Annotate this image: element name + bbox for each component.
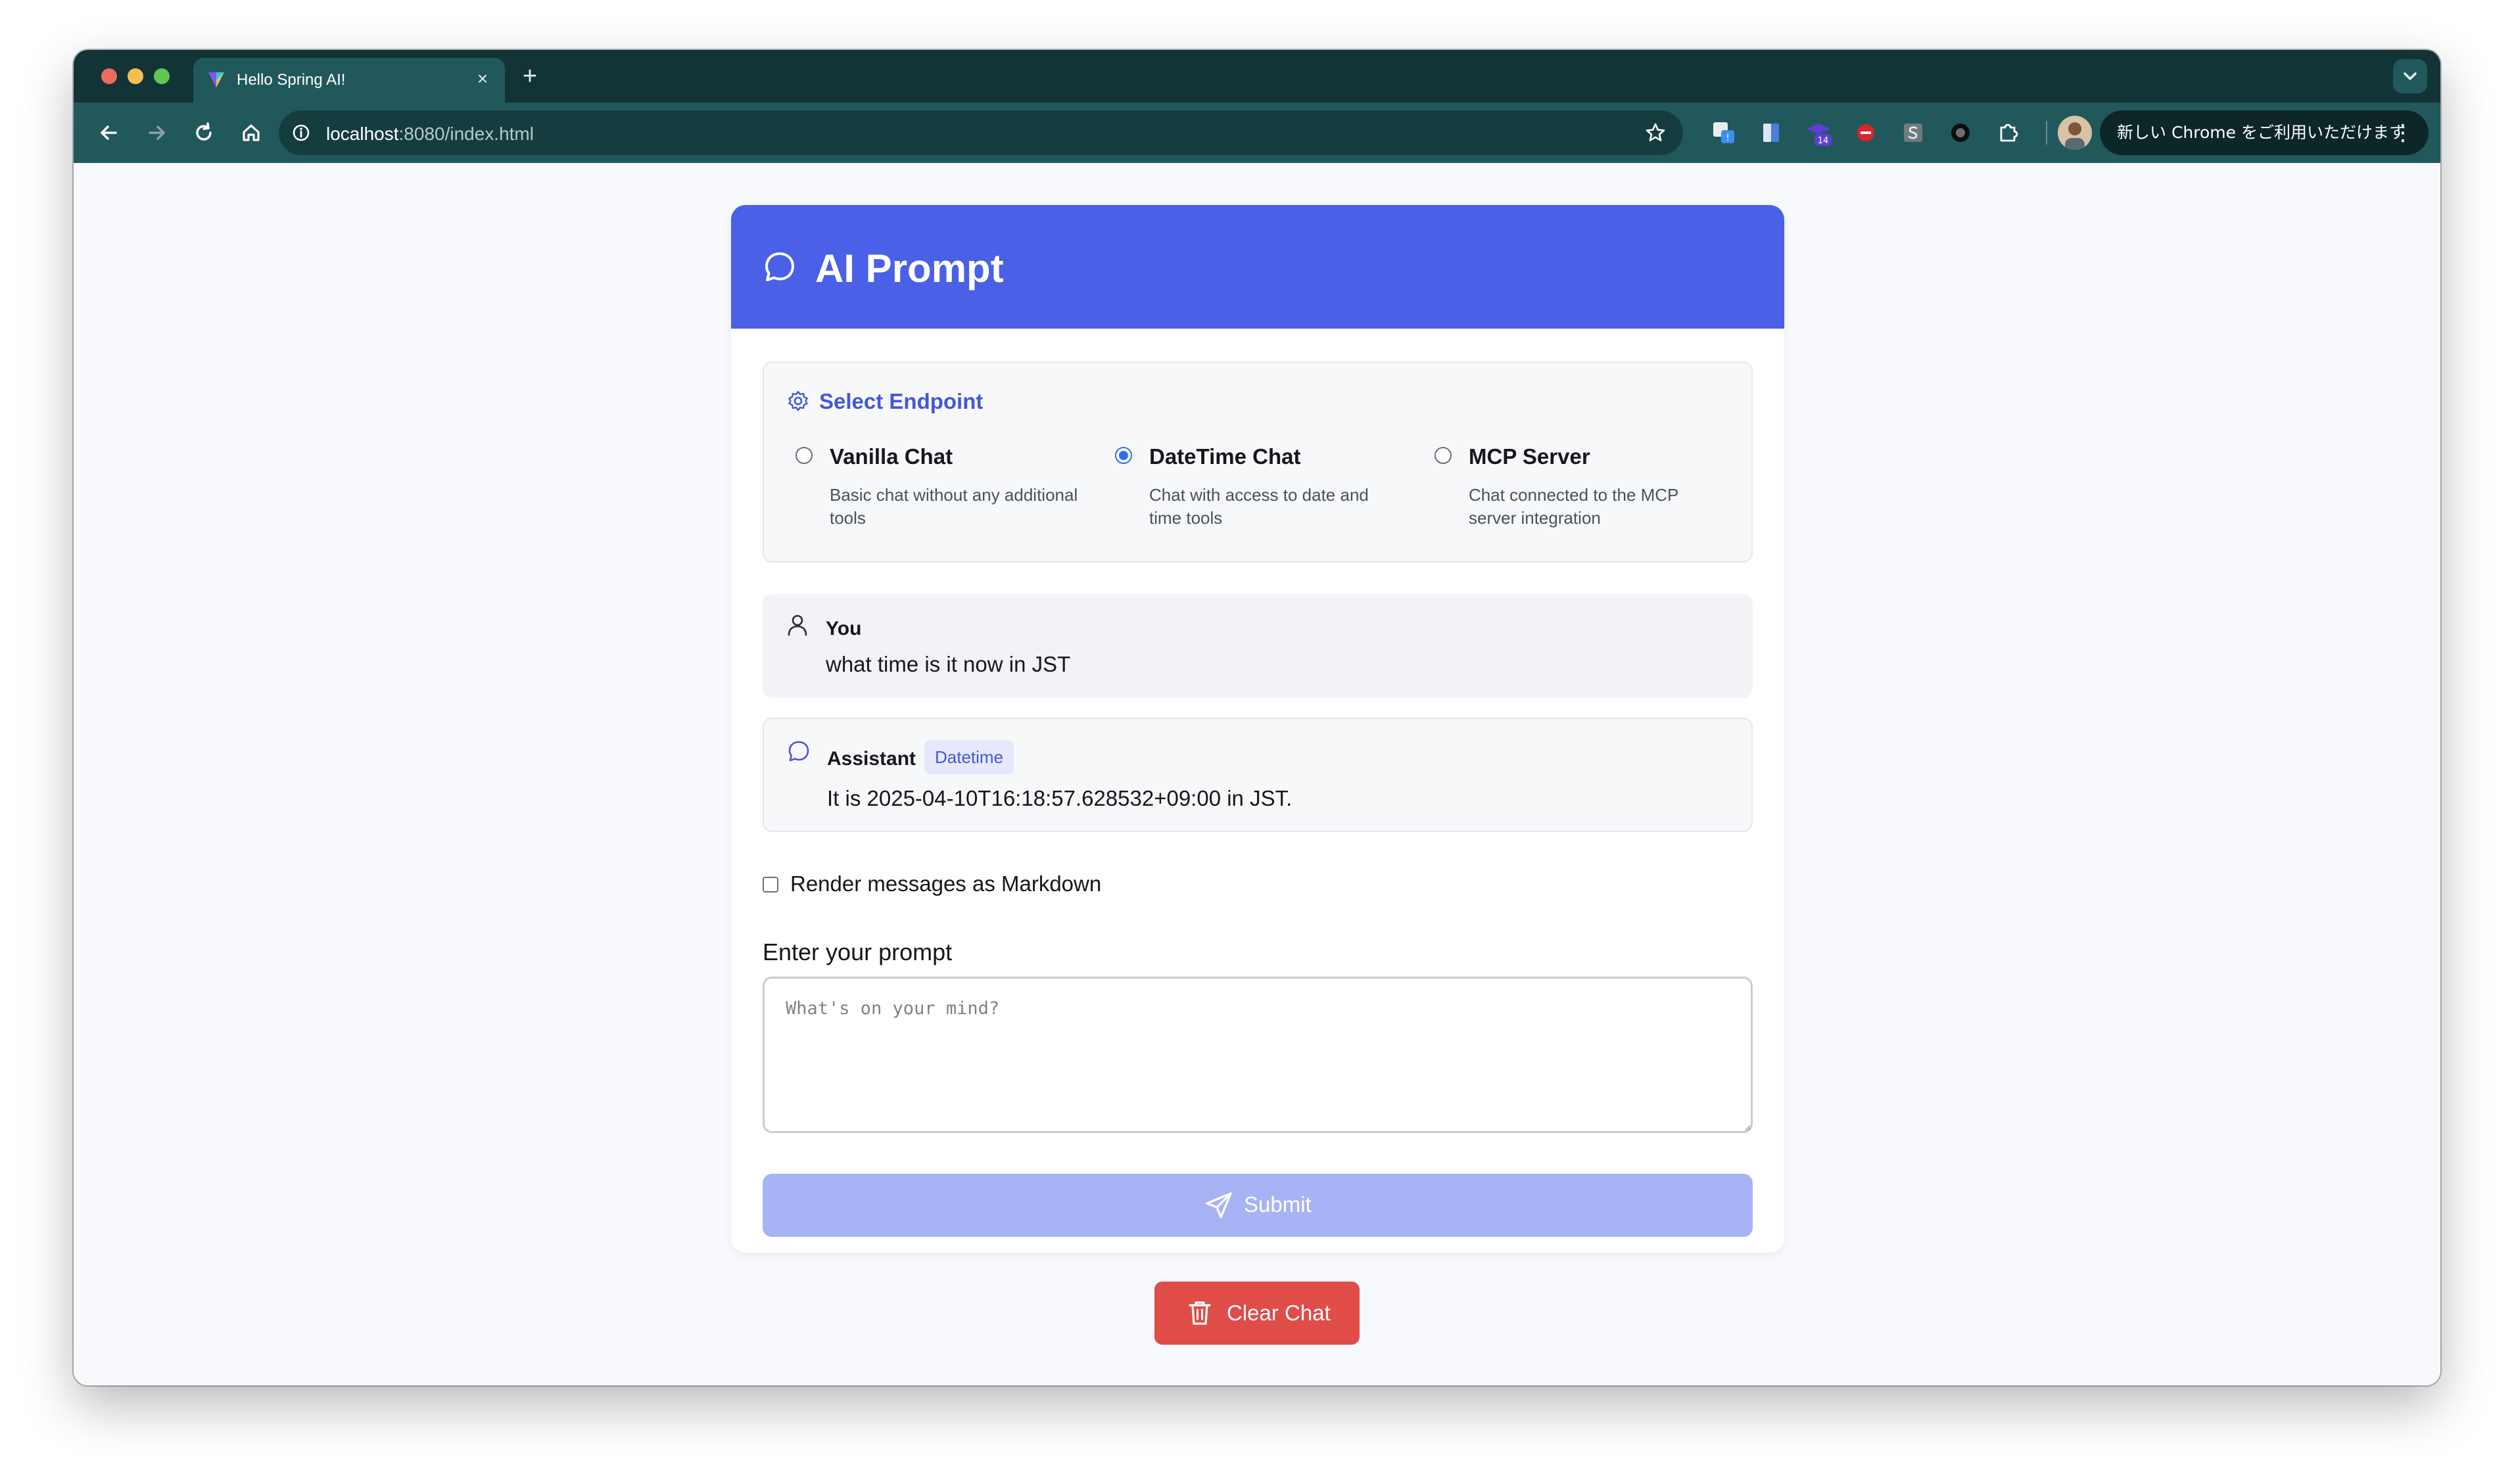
chat-bubble-icon bbox=[788, 741, 809, 762]
close-window-button[interactable] bbox=[101, 68, 117, 84]
option-title: Vanilla Chat bbox=[830, 444, 953, 469]
back-arrow-icon[interactable] bbox=[93, 117, 125, 149]
option-description: Chat connected to the MCP server integra… bbox=[1469, 485, 1678, 528]
toolbar-divider bbox=[2046, 121, 2047, 145]
home-icon[interactable] bbox=[235, 117, 267, 149]
assistant-message: Assistant Datetime It is 2025-04-10T16:1… bbox=[763, 718, 1753, 832]
site-info-icon[interactable] bbox=[288, 120, 314, 146]
message-role: You bbox=[826, 618, 862, 639]
user-message: You what time is it now in JST bbox=[763, 594, 1753, 698]
profile-avatar-icon bbox=[2065, 122, 2085, 150]
vanilla-chat-radio[interactable] bbox=[795, 447, 813, 464]
url-text[interactable]: localhost:8080/index.html bbox=[326, 124, 534, 145]
close-tab-icon[interactable]: × bbox=[471, 67, 494, 91]
extension-badge-count: 14 bbox=[1818, 136, 1829, 146]
markdown-checkbox[interactable] bbox=[763, 877, 778, 893]
bookmark-star-icon[interactable] bbox=[1642, 120, 1669, 146]
new-tab-button[interactable]: + bbox=[515, 62, 544, 91]
datetime-chat-radio[interactable] bbox=[1115, 447, 1132, 464]
user-icon bbox=[788, 614, 807, 636]
blocker-extension-icon[interactable] bbox=[1851, 118, 1880, 147]
clear-chat-button[interactable]: Clear Chat bbox=[1154, 1282, 1360, 1345]
more-options-icon[interactable]: ⋮ bbox=[2392, 110, 2414, 155]
chrome-update-button[interactable]: 新しい Chrome をご利用いただけます ⋮ bbox=[2100, 110, 2429, 155]
option-description: Chat with access to date and time tools bbox=[1149, 485, 1369, 528]
gear-icon bbox=[788, 390, 808, 411]
url-host: localhost bbox=[326, 124, 399, 144]
markdown-label[interactable]: Render messages as Markdown bbox=[790, 871, 1101, 896]
send-icon bbox=[1206, 1192, 1232, 1218]
minimize-window-button[interactable] bbox=[128, 68, 143, 84]
page-title: AI Prompt bbox=[815, 246, 1004, 290]
chat-bubble-icon bbox=[765, 252, 794, 281]
page-viewport: AI Prompt Select Endpoint Vanilla Chat B… bbox=[74, 163, 2440, 1385]
update-text: 新しい Chrome をご利用いただけます bbox=[2117, 123, 2406, 142]
prompt-label: Enter your prompt bbox=[763, 939, 953, 965]
prompt-input[interactable] bbox=[763, 977, 1753, 1133]
mcp-server-radio[interactable] bbox=[1435, 447, 1452, 464]
url-path: :8080/index.html bbox=[398, 124, 534, 144]
endpoint-badge: Datetime bbox=[924, 740, 1014, 774]
card-header: AI Prompt bbox=[731, 205, 1784, 329]
extension-info-icon[interactable]: ! bbox=[1709, 118, 1738, 147]
message-text: what time is it now in JST bbox=[826, 652, 1071, 676]
browser-window: Hello Spring AI! × + localhost:8080/inde… bbox=[74, 50, 2440, 1385]
submit-button[interactable]: Submit bbox=[763, 1174, 1753, 1237]
chevron-down-icon bbox=[2404, 72, 2417, 80]
endpoint-selector: Select Endpoint Vanilla Chat Basic chat … bbox=[763, 361, 1753, 563]
browser-tab[interactable]: Hello Spring AI! × bbox=[193, 58, 505, 103]
message-text: It is 2025-04-10T16:18:57.628532+09:00 i… bbox=[827, 786, 1293, 810]
address-bar[interactable]: localhost:8080/index.html bbox=[279, 110, 1683, 155]
endpoint-heading: Select Endpoint bbox=[819, 389, 984, 413]
tab-bar: Hello Spring AI! × + bbox=[74, 50, 2440, 103]
record-extension-icon[interactable] bbox=[1946, 118, 1975, 147]
message-role: Assistant bbox=[827, 748, 916, 770]
tab-search-button[interactable] bbox=[2393, 59, 2427, 93]
browser-toolbar: localhost:8080/index.html ! 14 新しい Chrom… bbox=[74, 103, 2440, 163]
chat-card: AI Prompt Select Endpoint Vanilla Chat B… bbox=[731, 205, 1784, 1253]
forward-arrow-icon[interactable] bbox=[141, 117, 172, 149]
spring-ai-favicon-icon bbox=[208, 72, 224, 87]
tab-title: Hello Spring AI! bbox=[237, 71, 346, 89]
zoom-window-button[interactable] bbox=[154, 68, 170, 84]
option-title: MCP Server bbox=[1469, 444, 1590, 469]
profile-avatar[interactable] bbox=[2058, 116, 2092, 150]
option-title: DateTime Chat bbox=[1149, 444, 1301, 469]
endpoint-option-mcp-server[interactable]: MCP Server Chat connected to the MCP ser… bbox=[1435, 444, 1724, 543]
trash-icon bbox=[1189, 1301, 1211, 1325]
endpoint-option-datetime-chat[interactable]: DateTime Chat Chat with access to date a… bbox=[1115, 444, 1404, 543]
svg-text:!: ! bbox=[1726, 133, 1730, 143]
submit-label: Submit bbox=[1244, 1192, 1312, 1217]
reload-icon[interactable] bbox=[188, 117, 220, 149]
endpoint-option-vanilla-chat[interactable]: Vanilla Chat Basic chat without any addi… bbox=[795, 444, 1085, 543]
graduation-extension-icon[interactable]: 14 bbox=[1804, 118, 1833, 147]
clear-chat-label: Clear Chat bbox=[1227, 1301, 1331, 1325]
s-extension-icon[interactable] bbox=[1899, 118, 1928, 147]
option-description: Basic chat without any additional tools bbox=[830, 485, 1078, 528]
puzzle-extensions-icon[interactable] bbox=[1993, 118, 2022, 147]
book-extension-icon[interactable] bbox=[1757, 118, 1786, 147]
submit-button-content: Submit bbox=[763, 1174, 1753, 1237]
